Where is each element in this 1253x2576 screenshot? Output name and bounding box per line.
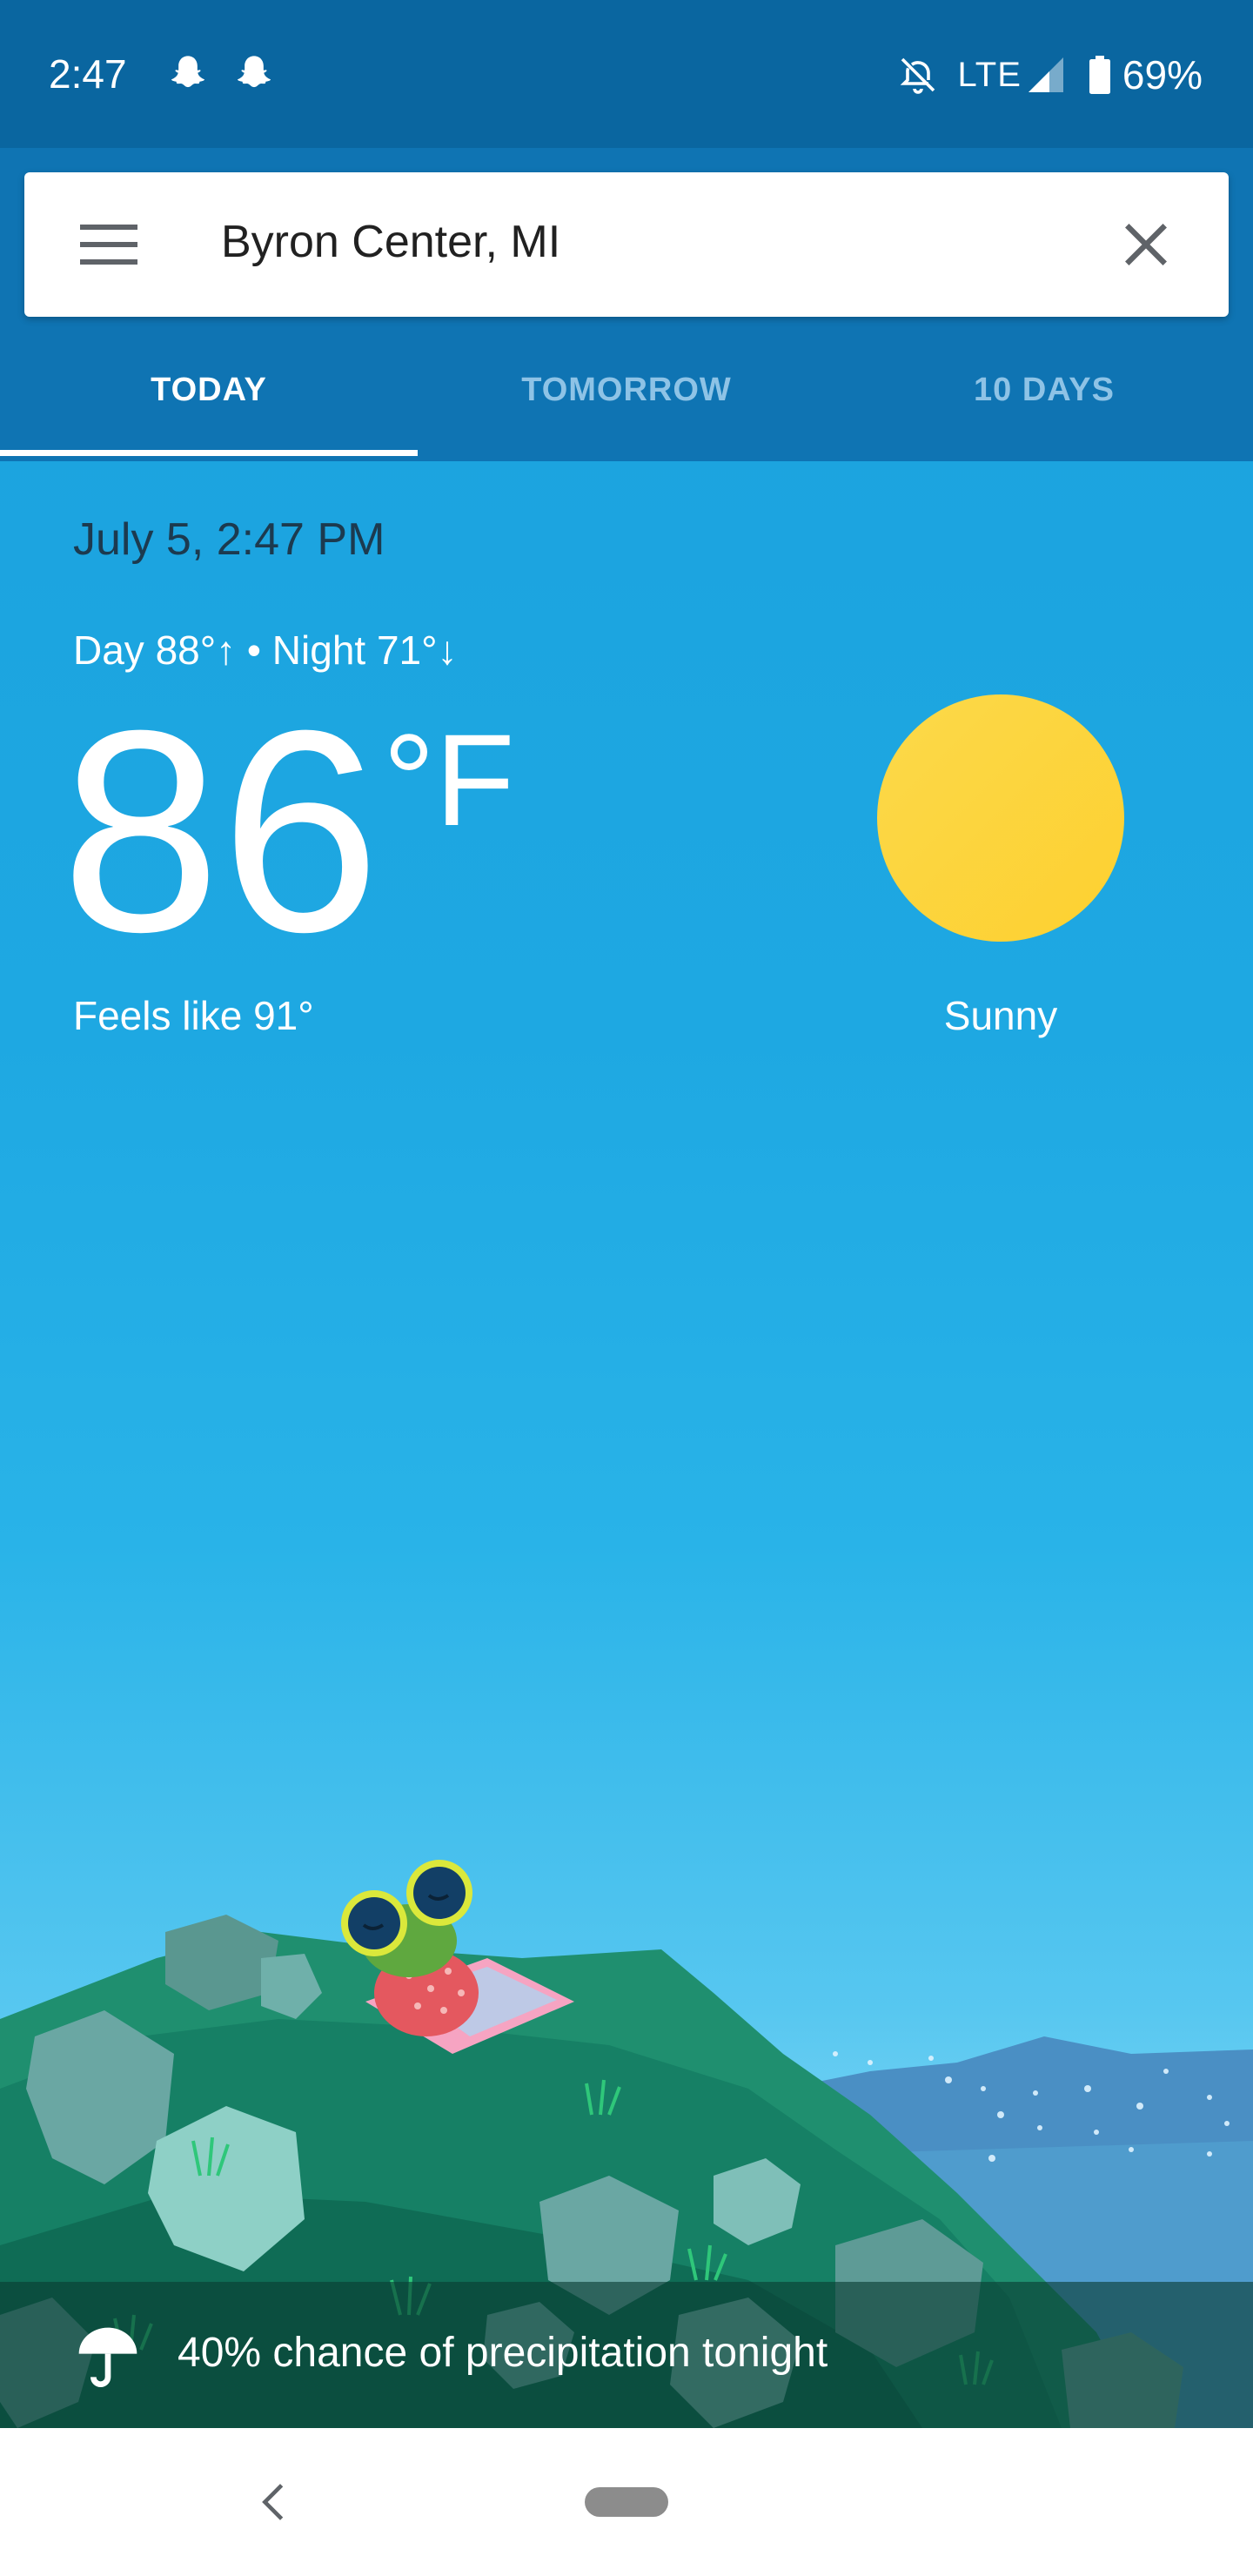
sun-icon <box>877 694 1124 942</box>
day-night-temps: Day 88°↑ • Night 71°↓ <box>73 627 458 673</box>
precipitation-banner[interactable]: 40% chance of precipitation tonight <box>0 2282 1253 2428</box>
menu-icon[interactable] <box>80 221 137 268</box>
tab-tomorrow[interactable]: TOMORROW <box>418 319 835 461</box>
tab-10-days[interactable]: 10 DAYS <box>835 319 1253 461</box>
day-tabs: TODAY TOMORROW 10 DAYS <box>0 319 1253 461</box>
status-time: 2:47 <box>49 51 127 97</box>
signal-icon <box>1028 57 1063 92</box>
battery-icon <box>1089 56 1110 94</box>
navigation-bar <box>0 2428 1253 2576</box>
network-type: LTE <box>957 55 1022 94</box>
status-indicators: LTE 69% <box>897 50 1203 99</box>
home-button[interactable] <box>585 2487 668 2517</box>
current-temperature: 86 <box>61 670 381 991</box>
location-query[interactable]: Byron Center, MI <box>221 216 560 268</box>
date-time: July 5, 2:47 PM <box>73 514 385 565</box>
tab-today[interactable]: TODAY <box>0 319 418 461</box>
condition-label: Sunny <box>943 993 1058 1038</box>
precipitation-text: 40% chance of precipitation tonight <box>178 2330 828 2376</box>
weather-screen: 2:47 LTE 69% Byron Center, MI TODAY TOMO… <box>0 0 1253 2576</box>
search-bar[interactable]: Byron Center, MI <box>24 172 1229 317</box>
feels-like: Feels like 91° <box>73 993 314 1038</box>
app-header: Byron Center, MI TODAY TOMORROW 10 DAYS <box>0 148 1253 461</box>
close-icon[interactable] <box>1121 219 1171 270</box>
back-icon[interactable] <box>256 2480 291 2524</box>
snapchat-icon <box>237 56 271 88</box>
umbrella-icon <box>78 2327 137 2387</box>
snapchat-icon <box>171 56 205 88</box>
tab-indicator <box>0 450 418 456</box>
notifications-off-icon <box>900 57 935 94</box>
temperature-unit[interactable]: °F <box>383 705 515 855</box>
status-bar: 2:47 LTE 69% <box>0 0 1253 148</box>
battery-percent: 69% <box>1122 52 1203 97</box>
